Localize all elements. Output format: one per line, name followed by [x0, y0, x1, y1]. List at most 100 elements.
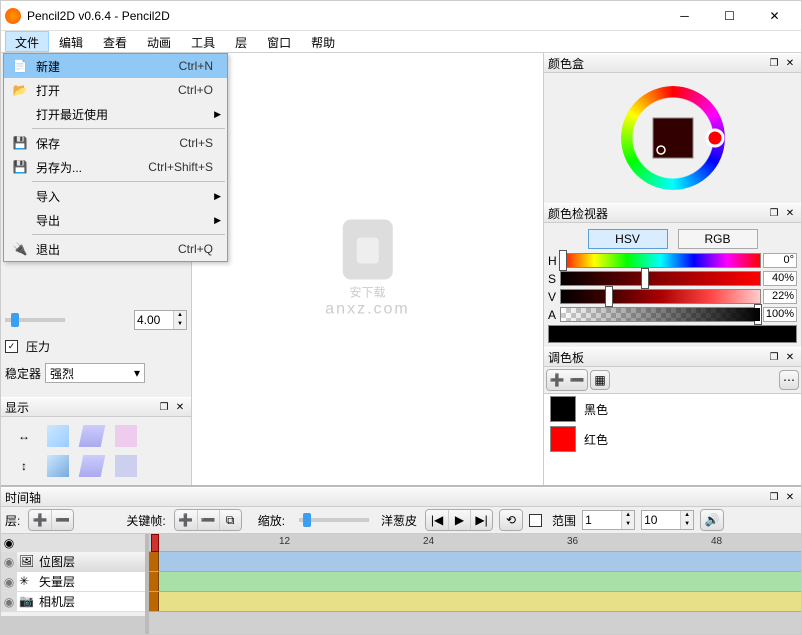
zoom-label: 缩放:	[258, 512, 285, 529]
layer-row-bitmap[interactable]: ◉🖼位图层	[1, 552, 145, 572]
brush-size-input[interactable]	[135, 311, 173, 329]
palette-item[interactable]: 黑色	[544, 394, 801, 424]
track-camera[interactable]	[149, 592, 801, 612]
close-panel-icon[interactable]: ✕	[783, 350, 797, 364]
menu-window[interactable]: 窗口	[257, 31, 301, 52]
menu-tools[interactable]: 工具	[181, 31, 225, 52]
range-end-spinner[interactable]: ▲▼	[641, 510, 694, 530]
sat-slider[interactable]	[560, 271, 761, 286]
thin-lines-icon[interactable]	[47, 425, 69, 447]
layer-row-camera[interactable]: ◉📷相机层	[1, 592, 145, 612]
spin-down-icon[interactable]: ▼	[174, 320, 186, 329]
close-button[interactable]: ✕	[752, 2, 797, 30]
hue-slider[interactable]	[560, 253, 761, 268]
menu-open-recent[interactable]: 打开最近使用 ▶	[4, 102, 227, 126]
range-start-spinner[interactable]: ▲▼	[582, 510, 635, 530]
minimize-button[interactable]: ─	[662, 2, 707, 30]
keyframe-dup-button[interactable]: ⧉	[219, 510, 241, 530]
play-button[interactable]: ▶	[448, 510, 470, 530]
keyframe-icon[interactable]	[149, 592, 159, 611]
app-icon	[5, 8, 21, 24]
brush-size-spinner[interactable]: ▲▼	[134, 310, 187, 330]
save-as-icon: 💾	[10, 159, 30, 175]
layer-scrollbar[interactable]	[1, 616, 145, 634]
spin-up-icon[interactable]: ▲	[174, 311, 186, 320]
layer-row-vector[interactable]: ◉✳矢量层	[1, 572, 145, 592]
timeline-ruler[interactable]: 12 24 36 48	[149, 534, 801, 552]
zoom-slider[interactable]	[299, 518, 369, 522]
layer-add-button[interactable]: ➕	[29, 510, 51, 530]
sat-value[interactable]: 40%	[763, 271, 797, 286]
submenu-arrow-icon: ▶	[214, 109, 221, 120]
val-slider[interactable]	[560, 289, 761, 304]
menu-import[interactable]: 导入 ▶	[4, 184, 227, 208]
palette-item[interactable]: 红色	[544, 424, 801, 454]
layer-list-header: ◉	[1, 534, 145, 552]
palette-list: 黑色 红色	[544, 394, 801, 485]
undock-icon[interactable]: ❐	[767, 56, 781, 70]
stabilizer-combo[interactable]: 强烈 ▾	[45, 363, 145, 383]
val-value[interactable]: 22%	[763, 289, 797, 304]
color-wheel[interactable]	[544, 73, 801, 203]
sound-button[interactable]: 🔊	[701, 510, 723, 530]
keyframe-add-button[interactable]: ➕	[175, 510, 197, 530]
menu-save-as[interactable]: 💾 另存为... Ctrl+Shift+S	[4, 155, 227, 179]
rgb-tab[interactable]: RGB	[678, 229, 758, 249]
menu-animation[interactable]: 动画	[137, 31, 181, 52]
keyframe-remove-button[interactable]: ➖	[197, 510, 219, 530]
undock-icon[interactable]: ❐	[767, 490, 781, 504]
range-checkbox[interactable]	[529, 514, 542, 527]
track-bitmap[interactable]	[149, 552, 801, 572]
menu-open[interactable]: 📂 打开 Ctrl+O	[4, 78, 227, 102]
pressure-label: 压力	[26, 338, 50, 355]
palette-menu-button[interactable]: ▦	[590, 370, 610, 390]
close-panel-icon[interactable]: ✕	[783, 206, 797, 220]
maximize-button[interactable]: ☐	[707, 2, 752, 30]
pressure-checkbox[interactable]: ✓	[5, 340, 18, 353]
menu-view[interactable]: 查看	[93, 31, 137, 52]
loop-button[interactable]: ⟲	[500, 510, 522, 530]
menu-new[interactable]: 📄 新建 Ctrl+N	[4, 54, 227, 78]
hsv-tab[interactable]: HSV	[588, 229, 668, 249]
brush-size-slider[interactable]	[5, 318, 65, 322]
close-panel-icon[interactable]: ✕	[783, 56, 797, 70]
keyframe-icon[interactable]	[149, 572, 159, 591]
undock-icon[interactable]: ❐	[767, 350, 781, 364]
close-panel-icon[interactable]: ✕	[173, 400, 187, 414]
menu-exit[interactable]: 🔌 退出 Ctrl+Q	[4, 237, 227, 261]
play-start-button[interactable]: |◀	[426, 510, 448, 530]
palette-remove-button[interactable]: ➖	[567, 370, 587, 390]
hue-value[interactable]: 0°	[763, 253, 797, 268]
overlay2-icon[interactable]	[115, 455, 137, 477]
submenu-arrow-icon: ▶	[214, 215, 221, 226]
layer-remove-button[interactable]: ➖	[51, 510, 73, 530]
thin-lines2-icon[interactable]	[47, 455, 69, 477]
palette-options-button[interactable]: ⋯	[779, 370, 799, 390]
menu-edit[interactable]: 编辑	[49, 31, 93, 52]
outlines2-icon[interactable]	[79, 455, 106, 477]
palette-add-button[interactable]: ➕	[547, 370, 567, 390]
undock-icon[interactable]: ❐	[157, 400, 171, 414]
flip-vertical-icon[interactable]: ↕	[13, 455, 35, 477]
track-vector[interactable]	[149, 572, 801, 592]
undock-icon[interactable]: ❐	[767, 206, 781, 220]
menu-save[interactable]: 💾 保存 Ctrl+S	[4, 131, 227, 155]
keyframe-icon[interactable]	[149, 552, 159, 571]
alpha-slider[interactable]	[560, 307, 761, 322]
timeline-tracks[interactable]: 12 24 36 48	[149, 534, 801, 634]
overlay1-icon[interactable]	[115, 425, 137, 447]
palette-header: 调色板 ❐ ✕	[544, 347, 801, 367]
outlines-icon[interactable]	[79, 425, 106, 447]
menu-export[interactable]: 导出 ▶	[4, 208, 227, 232]
alpha-value[interactable]: 100%	[763, 307, 797, 322]
colorbox-header: 颜色盒 ❐ ✕	[544, 53, 801, 73]
menu-file[interactable]: 文件	[5, 31, 49, 52]
menu-help[interactable]: 帮助	[301, 31, 345, 52]
close-panel-icon[interactable]: ✕	[783, 490, 797, 504]
flip-horizontal-icon[interactable]: ↔	[13, 425, 35, 447]
canvas[interactable]: 安下载 anxz.com	[191, 53, 544, 485]
play-end-button[interactable]: ▶|	[470, 510, 492, 530]
menu-layer[interactable]: 层	[225, 31, 257, 52]
playhead-icon[interactable]	[151, 534, 159, 552]
titlebar: Pencil2D v0.6.4 - Pencil2D ─ ☐ ✕	[1, 1, 801, 31]
